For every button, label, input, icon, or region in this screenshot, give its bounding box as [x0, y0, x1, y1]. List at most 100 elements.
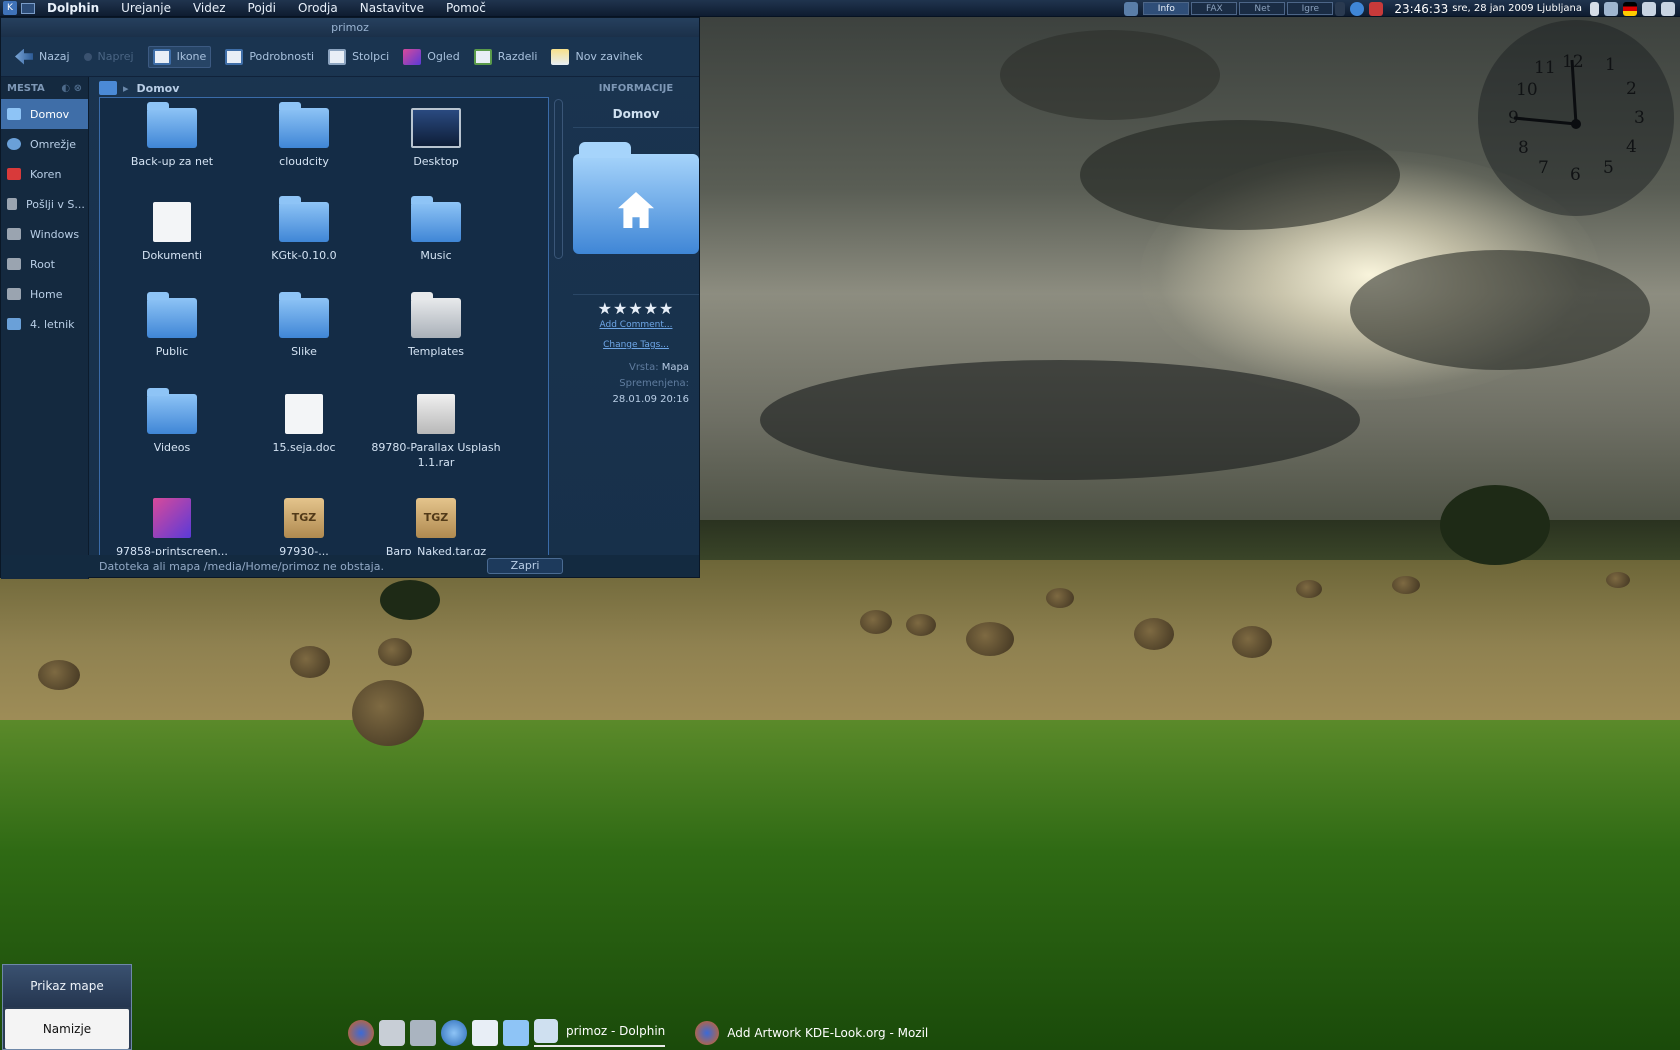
icons-view-label: Ikone: [176, 50, 207, 63]
status-bar: Datoteka ali mapa /media/Home/primoz ne …: [1, 555, 699, 577]
menu-pojdi[interactable]: Pojdi: [248, 1, 276, 15]
network-icon[interactable]: [1124, 1, 1139, 16]
clock-hands: [1513, 59, 1581, 129]
file-item[interactable]: Music: [366, 196, 506, 263]
tray-arrow-icon[interactable]: [1335, 1, 1346, 16]
details-view-button[interactable]: Podrobnosti: [225, 48, 314, 65]
pictures-folder-icon: [279, 292, 329, 338]
menu-urejanje[interactable]: Urejanje: [121, 1, 171, 15]
forward-button[interactable]: Naprej: [83, 50, 134, 63]
desktop-folder-icon: [411, 108, 461, 148]
digital-clock[interactable]: 23:46:33: [1394, 2, 1448, 16]
drive-icon: [7, 258, 21, 270]
preview-icon: [403, 48, 422, 65]
file-item[interactable]: cloudcity: [234, 102, 374, 169]
home-icon[interactable]: [99, 81, 117, 95]
file-item[interactable]: Desktop: [366, 108, 506, 169]
file-item[interactable]: TGZ Barp_Naked.tar.gz: [366, 498, 506, 556]
system-settings-icon[interactable]: [379, 1019, 405, 1046]
kde-menu-icon[interactable]: K: [3, 1, 17, 15]
preview-label: Ogled: [427, 50, 460, 63]
place-home[interactable]: Home: [1, 279, 88, 309]
file-view[interactable]: Back-up za net cloudcity Desktop Dokumen…: [99, 97, 549, 557]
menu-pomoc[interactable]: Pomoč: [446, 1, 486, 15]
icons-view-icon: [152, 48, 171, 65]
splitter-handle[interactable]: [554, 99, 563, 259]
preview-button[interactable]: Ogled: [403, 48, 460, 65]
file-item[interactable]: 97858-printscreen...: [102, 498, 242, 556]
archive-rar-icon: [417, 394, 455, 434]
place-root[interactable]: Root: [1, 249, 88, 279]
file-item[interactable]: 15.seja.doc: [234, 394, 374, 455]
folder-icon: [279, 196, 329, 242]
drive-icon: [7, 228, 21, 240]
window-list-icon[interactable]: [21, 2, 35, 14]
task-dolphin[interactable]: primoz - Dolphin: [534, 1018, 666, 1047]
window-title[interactable]: primoz: [1, 18, 699, 37]
place-omrezje[interactable]: Omrežje: [1, 129, 88, 159]
desktop-popup: Prikaz mape Namizje: [2, 964, 132, 1050]
task-firefox[interactable]: Add Artwork KDE-Look.org - Mozil: [695, 1020, 928, 1045]
firefox-icon[interactable]: [348, 1019, 374, 1046]
music-folder-icon: [411, 196, 461, 242]
info-header: INFORMACIJE: [573, 77, 699, 99]
file-item[interactable]: TGZ 97930-...: [234, 498, 374, 556]
file-item[interactable]: 89780-Parallax Usplash 1.1.rar: [366, 394, 506, 470]
panel-close-icon[interactable]: ◐ ⊗: [61, 83, 82, 94]
desktop-option[interactable]: Namizje: [5, 1009, 129, 1049]
close-status-button[interactable]: Zapri: [487, 558, 563, 574]
lock-screen-icon[interactable]: [1661, 1, 1675, 16]
places-header: MESTA ◐ ⊗: [1, 77, 88, 99]
place-poslji[interactable]: Pošlji v S...: [1, 189, 88, 219]
file-item[interactable]: Slike: [234, 292, 374, 359]
pager-desktop-3[interactable]: Net: [1239, 2, 1286, 15]
update-icon[interactable]: [1350, 1, 1365, 16]
change-tags-link[interactable]: Change Tags...: [573, 340, 699, 350]
pager-desktop-4[interactable]: Igre: [1287, 2, 1334, 15]
tools-icon[interactable]: [410, 1019, 436, 1046]
file-item[interactable]: Public: [102, 292, 242, 359]
place-windows[interactable]: Windows: [1, 219, 88, 249]
system-monitor-icon[interactable]: [1604, 1, 1618, 16]
language-flag-icon[interactable]: [1369, 1, 1384, 16]
pager-desktop-1[interactable]: Info: [1143, 2, 1190, 15]
analog-clock-widget[interactable]: 12 1 2 3 4 5 6 7 8 9 10 11: [1478, 20, 1674, 216]
back-button[interactable]: Nazaj: [15, 48, 70, 65]
file-item[interactable]: Videos: [102, 388, 242, 455]
forward-arrow-icon: [83, 52, 92, 61]
menu-videz[interactable]: Videz: [193, 1, 226, 15]
icons-view-button[interactable]: Ikone: [147, 45, 212, 68]
drive-icon: [7, 198, 17, 210]
browser-icon[interactable]: [441, 1019, 467, 1046]
info-type-row: Vrsta: Mapa: [628, 362, 689, 373]
folder-view-option[interactable]: Prikaz mape: [3, 965, 131, 1007]
show-desktop-icon[interactable]: [1642, 1, 1656, 16]
add-comment-link[interactable]: Add Comment...: [573, 320, 699, 330]
keyboard-layout-icon[interactable]: [1623, 1, 1637, 16]
menu-orodja[interactable]: Orodja: [298, 1, 338, 15]
place-domov[interactable]: Domov: [1, 99, 88, 129]
pager-desktop-2[interactable]: FAX: [1191, 2, 1238, 15]
file-manager-icon[interactable]: [472, 1019, 498, 1046]
place-4-letnik[interactable]: 4. letnik: [1, 309, 88, 339]
home-folder-icon[interactable]: [503, 1019, 529, 1046]
split-button[interactable]: Razdeli: [473, 48, 537, 65]
menu-nastavitve[interactable]: Nastavitve: [360, 1, 424, 15]
file-item[interactable]: KGtk-0.10.0: [234, 196, 374, 263]
breadcrumb[interactable]: ▸ Domov: [99, 77, 539, 99]
new-tab-button[interactable]: Nov zavihek: [551, 48, 643, 65]
file-item[interactable]: Back-up za net: [102, 102, 242, 169]
place-koren[interactable]: Koren: [1, 159, 88, 189]
new-tab-icon: [551, 48, 570, 65]
file-item[interactable]: Dokumenti: [102, 202, 242, 263]
file-item[interactable]: Templates: [366, 292, 506, 359]
menu-app-name[interactable]: Dolphin: [47, 1, 99, 15]
rating-stars[interactable]: ★★★★★: [573, 294, 699, 318]
battery-icon[interactable]: [1590, 1, 1599, 16]
breadcrumb-current[interactable]: Domov: [137, 82, 180, 95]
folder-icon: [279, 102, 329, 148]
system-tray: Info FAX Net Igre 23:46:33 sre, 28 jan 2…: [1124, 0, 1680, 17]
date-display: sre, 28 jan 2009 Ljubljana: [1452, 3, 1582, 14]
taskbar: primoz - Dolphin Add Artwork KDE-Look.or…: [348, 1015, 1680, 1050]
columns-view-button[interactable]: Stolpci: [328, 48, 389, 65]
